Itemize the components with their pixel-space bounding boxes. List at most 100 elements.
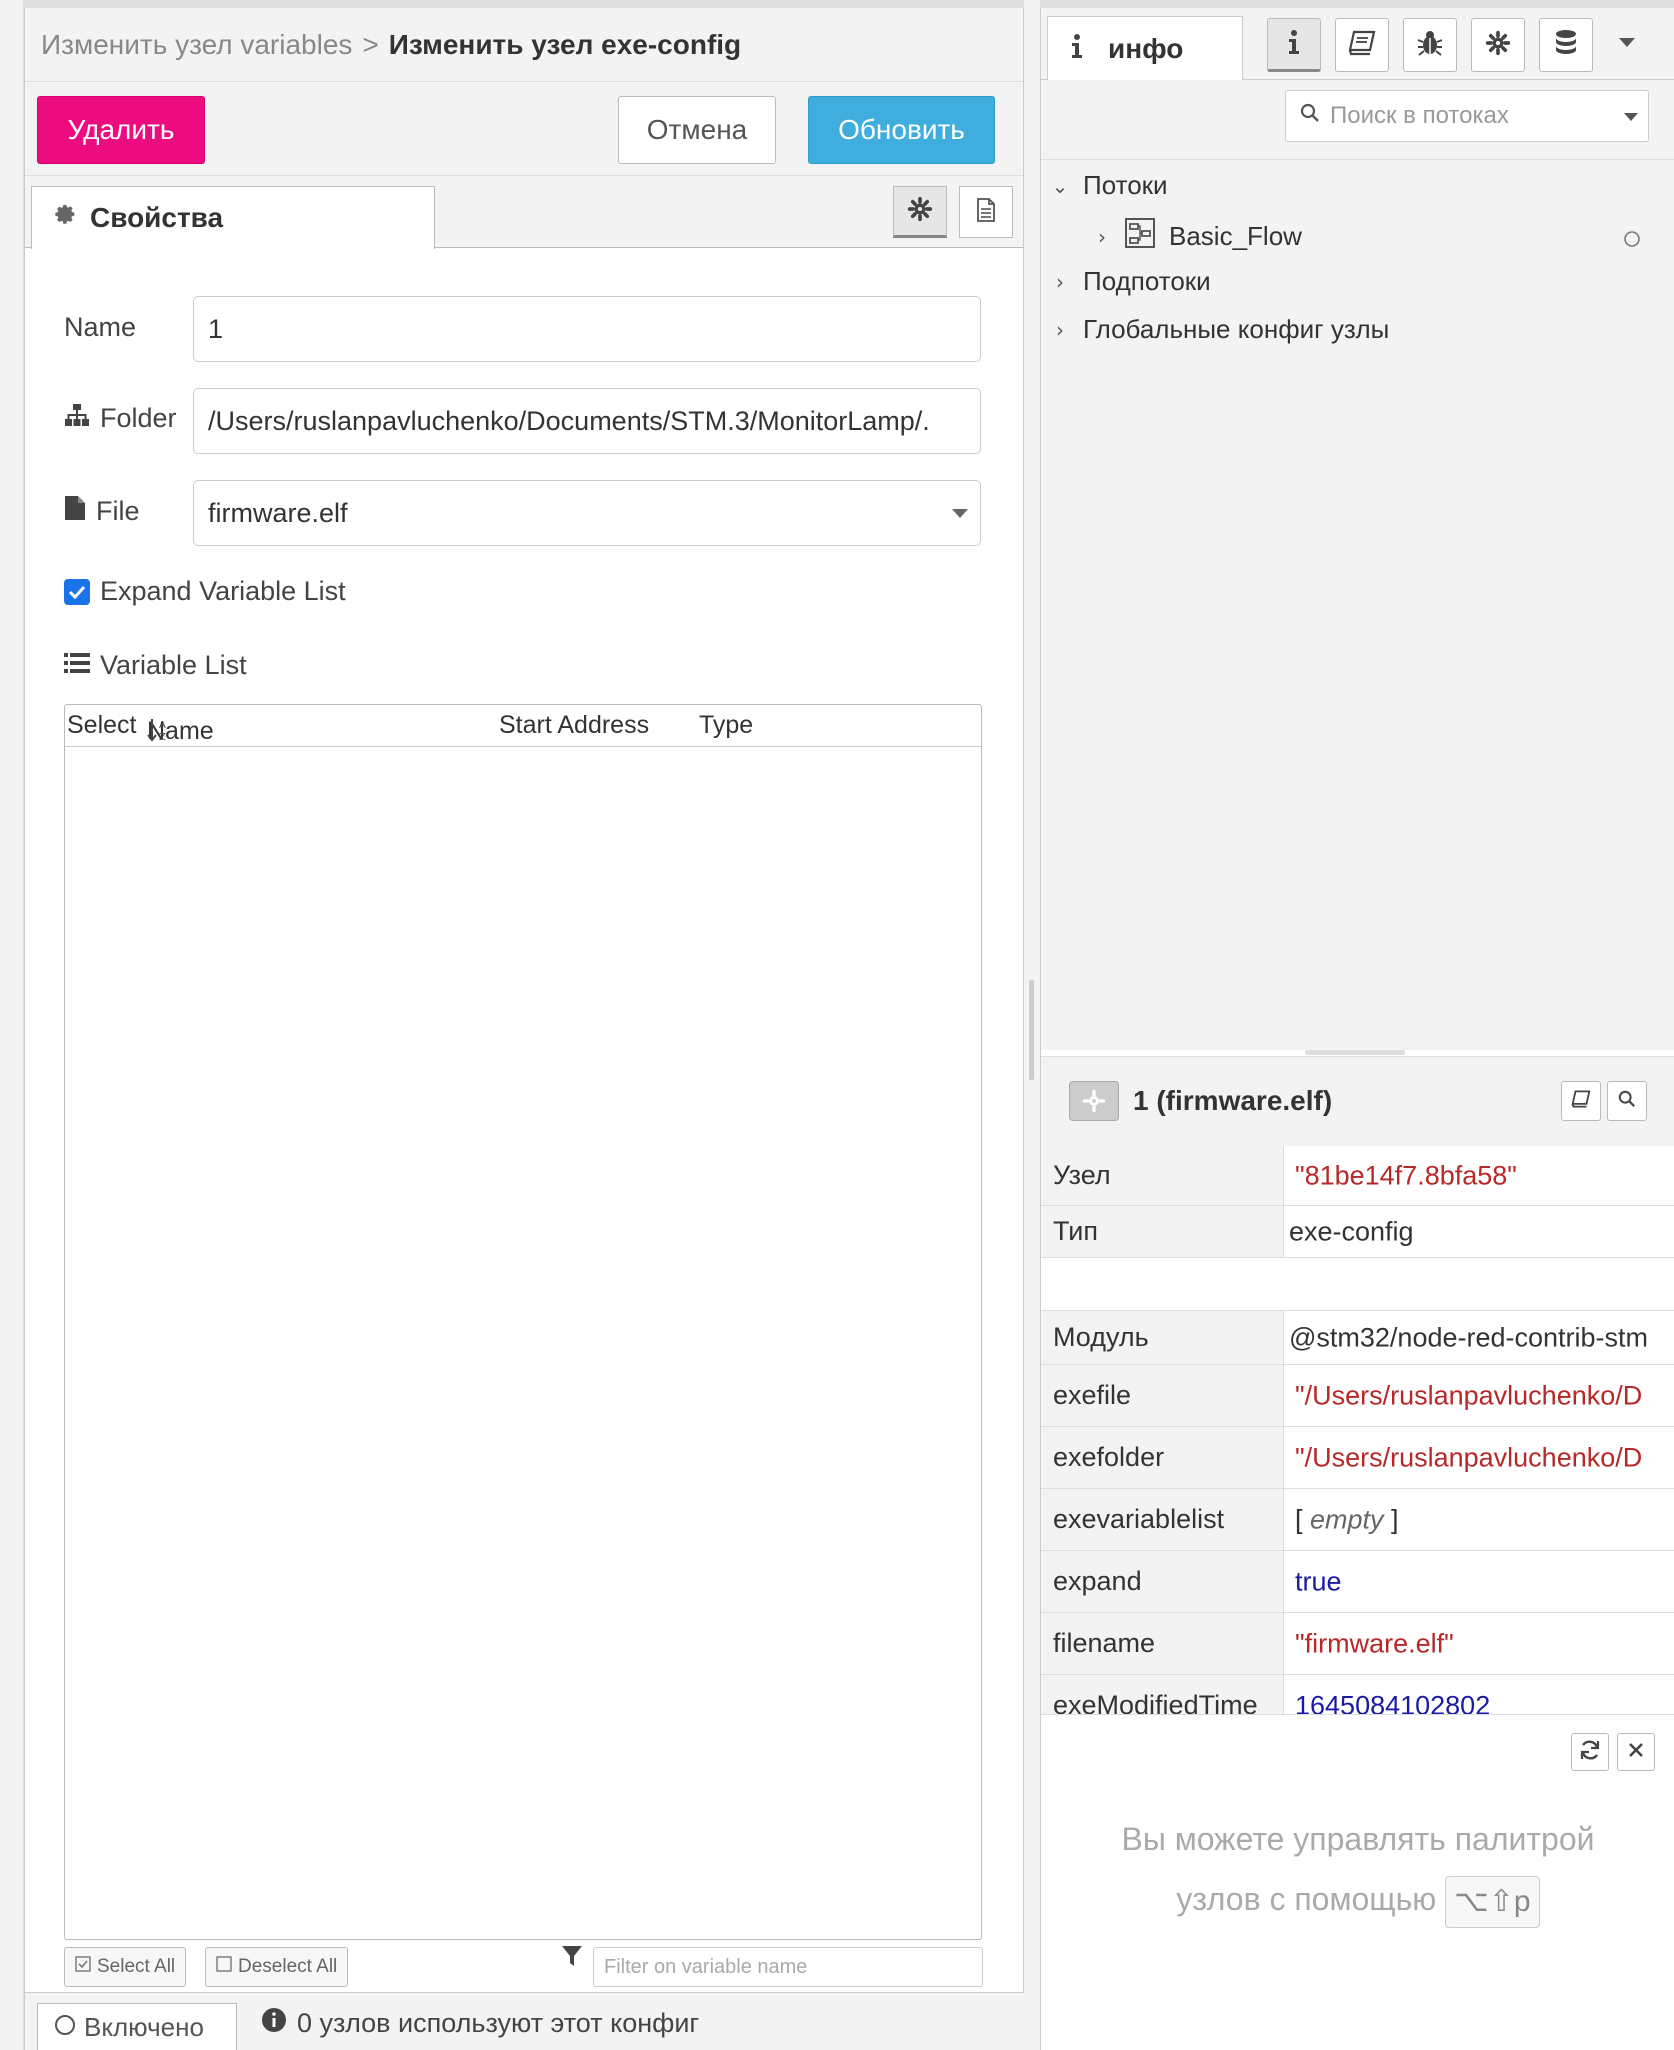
file-select-value: firmware.elf (208, 497, 348, 528)
tips-panel: Вы можете управлять палитрой узлов с пом… (1041, 1714, 1674, 2050)
sidebar-search-row: Поиск в потоках (1041, 80, 1674, 160)
breadcrumb-previous[interactable]: Изменить узел variables (41, 29, 352, 61)
book-icon (1571, 1089, 1591, 1113)
flow-search-input[interactable]: Поиск в потоках (1285, 90, 1649, 142)
sidebar: инфо Поиск в потоках ⌄ Потоки › Basic_Fl… (1040, 8, 1674, 2050)
tree-item-subflows[interactable]: › Подпотоки (1051, 266, 1211, 297)
update-button[interactable]: Обновить (808, 96, 995, 164)
flow-tree: ⌄ Потоки › Basic_Flow › Подпотоки › Глоб… (1041, 160, 1674, 1050)
filter-variable-input[interactable]: Filter on variable name (593, 1947, 983, 1987)
tray-footer: Включено 0 узлов используют этот конфиг (25, 1992, 1025, 2050)
chevron-down-icon (952, 509, 968, 518)
prop-value: "firmware.elf" (1295, 1628, 1454, 1658)
file-label: File (64, 495, 140, 528)
chevron-right-icon[interactable]: › (1093, 225, 1111, 249)
node-settings-button[interactable] (893, 186, 947, 238)
prop-row-exefolder: exefolder "/Users/ruslanpavluchenko/D (1041, 1427, 1674, 1489)
variable-list-label: Variable List (64, 650, 247, 681)
tray-header: Изменить узел variables > Изменить узел … (25, 8, 1023, 82)
tab-info[interactable]: инфо (1047, 16, 1243, 81)
cancel-button[interactable]: Отмена (618, 96, 776, 164)
sidebar-section-splitter[interactable] (1305, 1050, 1405, 1055)
list-icon (64, 650, 90, 681)
prop-row-exevariablelist: exevariablelist [ empty ] (1041, 1489, 1674, 1551)
refresh-tip-button[interactable] (1571, 1733, 1609, 1771)
prop-value: exe-config (1289, 1216, 1414, 1246)
variable-list-header: Select Name AZ Start Address Type (65, 705, 981, 747)
gear-icon (54, 202, 78, 234)
node-properties-table: Узел "81be14f7.8bfa58" Тип exe-config Мо… (1041, 1146, 1674, 1714)
sidebar-resize-handle[interactable] (1029, 980, 1034, 1080)
prop-row-expand: expand true (1041, 1551, 1674, 1613)
flow-status-circle-icon (1623, 230, 1641, 253)
node-info-title: 1 (firmware.elf) (1133, 1085, 1333, 1116)
enabled-toggle[interactable]: Включено (37, 2003, 237, 2050)
node-search-button[interactable] (1607, 1081, 1647, 1121)
name-row: Name (64, 312, 136, 343)
prop-value: @stm32/node-red-contrib-stm (1289, 1322, 1649, 1352)
prop-row-exefile: exefile "/Users/ruslanpavluchenko/D (1041, 1365, 1674, 1427)
square-icon (216, 1956, 232, 1978)
close-tip-button[interactable] (1617, 1733, 1655, 1771)
help-tab-button[interactable] (1335, 18, 1389, 72)
expand-row: Expand Variable List (64, 576, 346, 607)
search-icon (1618, 1090, 1636, 1113)
sidebar-menu-chevron-icon[interactable] (1619, 38, 1635, 47)
svg-text:Z: Z (159, 732, 166, 743)
chevron-right-icon[interactable]: › (1051, 318, 1069, 342)
breadcrumb-current: Изменить узел exe-config (388, 28, 742, 60)
expand-variable-list[interactable]: Expand Variable List (64, 576, 346, 607)
tree-item-flows[interactable]: ⌄ Потоки (1051, 170, 1168, 201)
delete-button[interactable]: Удалить (37, 96, 205, 164)
config-tab-button[interactable] (1471, 18, 1525, 72)
expand-checkbox[interactable] (64, 578, 90, 605)
tray-tabs: Свойства (25, 176, 1023, 249)
file-select[interactable]: firmware.elf (193, 480, 981, 546)
tree-item-global-config[interactable]: › Глобальные конфиг узлы (1051, 314, 1389, 345)
prop-value: [ empty ] (1295, 1504, 1399, 1534)
folder-input[interactable]: /Users/ruslanpavluchenko/Documents/STM.3… (193, 388, 981, 454)
circle-icon (54, 2012, 76, 2043)
top-edge (0, 0, 1674, 8)
edit-tray: Изменить узел variables > Изменить узел … (24, 8, 1025, 2050)
sitemap-icon (64, 403, 90, 434)
close-icon (1628, 1742, 1644, 1763)
tree-item-basic-flow[interactable]: › Basic_Flow (1093, 218, 1302, 255)
info-icon (1070, 33, 1084, 66)
prop-row-type: Тип exe-config (1041, 1206, 1674, 1258)
info-tab-button[interactable] (1267, 18, 1321, 72)
prop-value: true (1295, 1566, 1342, 1596)
debug-tab-button[interactable] (1403, 18, 1457, 72)
folder-row: Folder (64, 403, 177, 434)
prop-spacer (1041, 1258, 1674, 1311)
column-start-address[interactable]: Start Address (499, 711, 649, 740)
select-all-button[interactable]: Select All (64, 1947, 187, 1987)
gear-icon (907, 196, 933, 227)
deselect-all-button[interactable]: Deselect All (205, 1947, 349, 1987)
tab-properties[interactable]: Свойства (31, 186, 435, 249)
chevron-down-icon[interactable]: ⌄ (1051, 174, 1069, 198)
info-icon (1287, 29, 1301, 60)
search-icon (1300, 102, 1320, 130)
file-text-icon (974, 197, 998, 228)
sidebar-tabs: инфо (1041, 8, 1674, 81)
context-tab-button[interactable] (1539, 18, 1593, 72)
name-label: Name (64, 312, 137, 342)
column-type[interactable]: Type (699, 711, 753, 740)
prop-row-filename: filename "firmware.elf" (1041, 1613, 1674, 1675)
file-row: File (64, 495, 140, 528)
check-square-icon (75, 1956, 91, 1978)
bug-icon (1417, 29, 1443, 62)
database-icon (1553, 29, 1579, 62)
sort-alpha-icon[interactable]: AZ (147, 717, 169, 750)
node-info-header: 1 (firmware.elf) (1041, 1056, 1674, 1146)
column-select[interactable]: Select (67, 711, 136, 740)
prop-value: "/Users/ruslanpavluchenko/D (1295, 1442, 1643, 1472)
name-input[interactable]: 1 (193, 296, 981, 362)
chevron-right-icon[interactable]: › (1051, 270, 1069, 294)
node-description-button[interactable] (959, 186, 1013, 238)
svg-text:A: A (159, 720, 166, 731)
chevron-down-icon[interactable] (1624, 113, 1638, 121)
node-help-button[interactable] (1561, 1081, 1601, 1121)
prop-value: "81be14f7.8bfa58" (1295, 1160, 1517, 1190)
